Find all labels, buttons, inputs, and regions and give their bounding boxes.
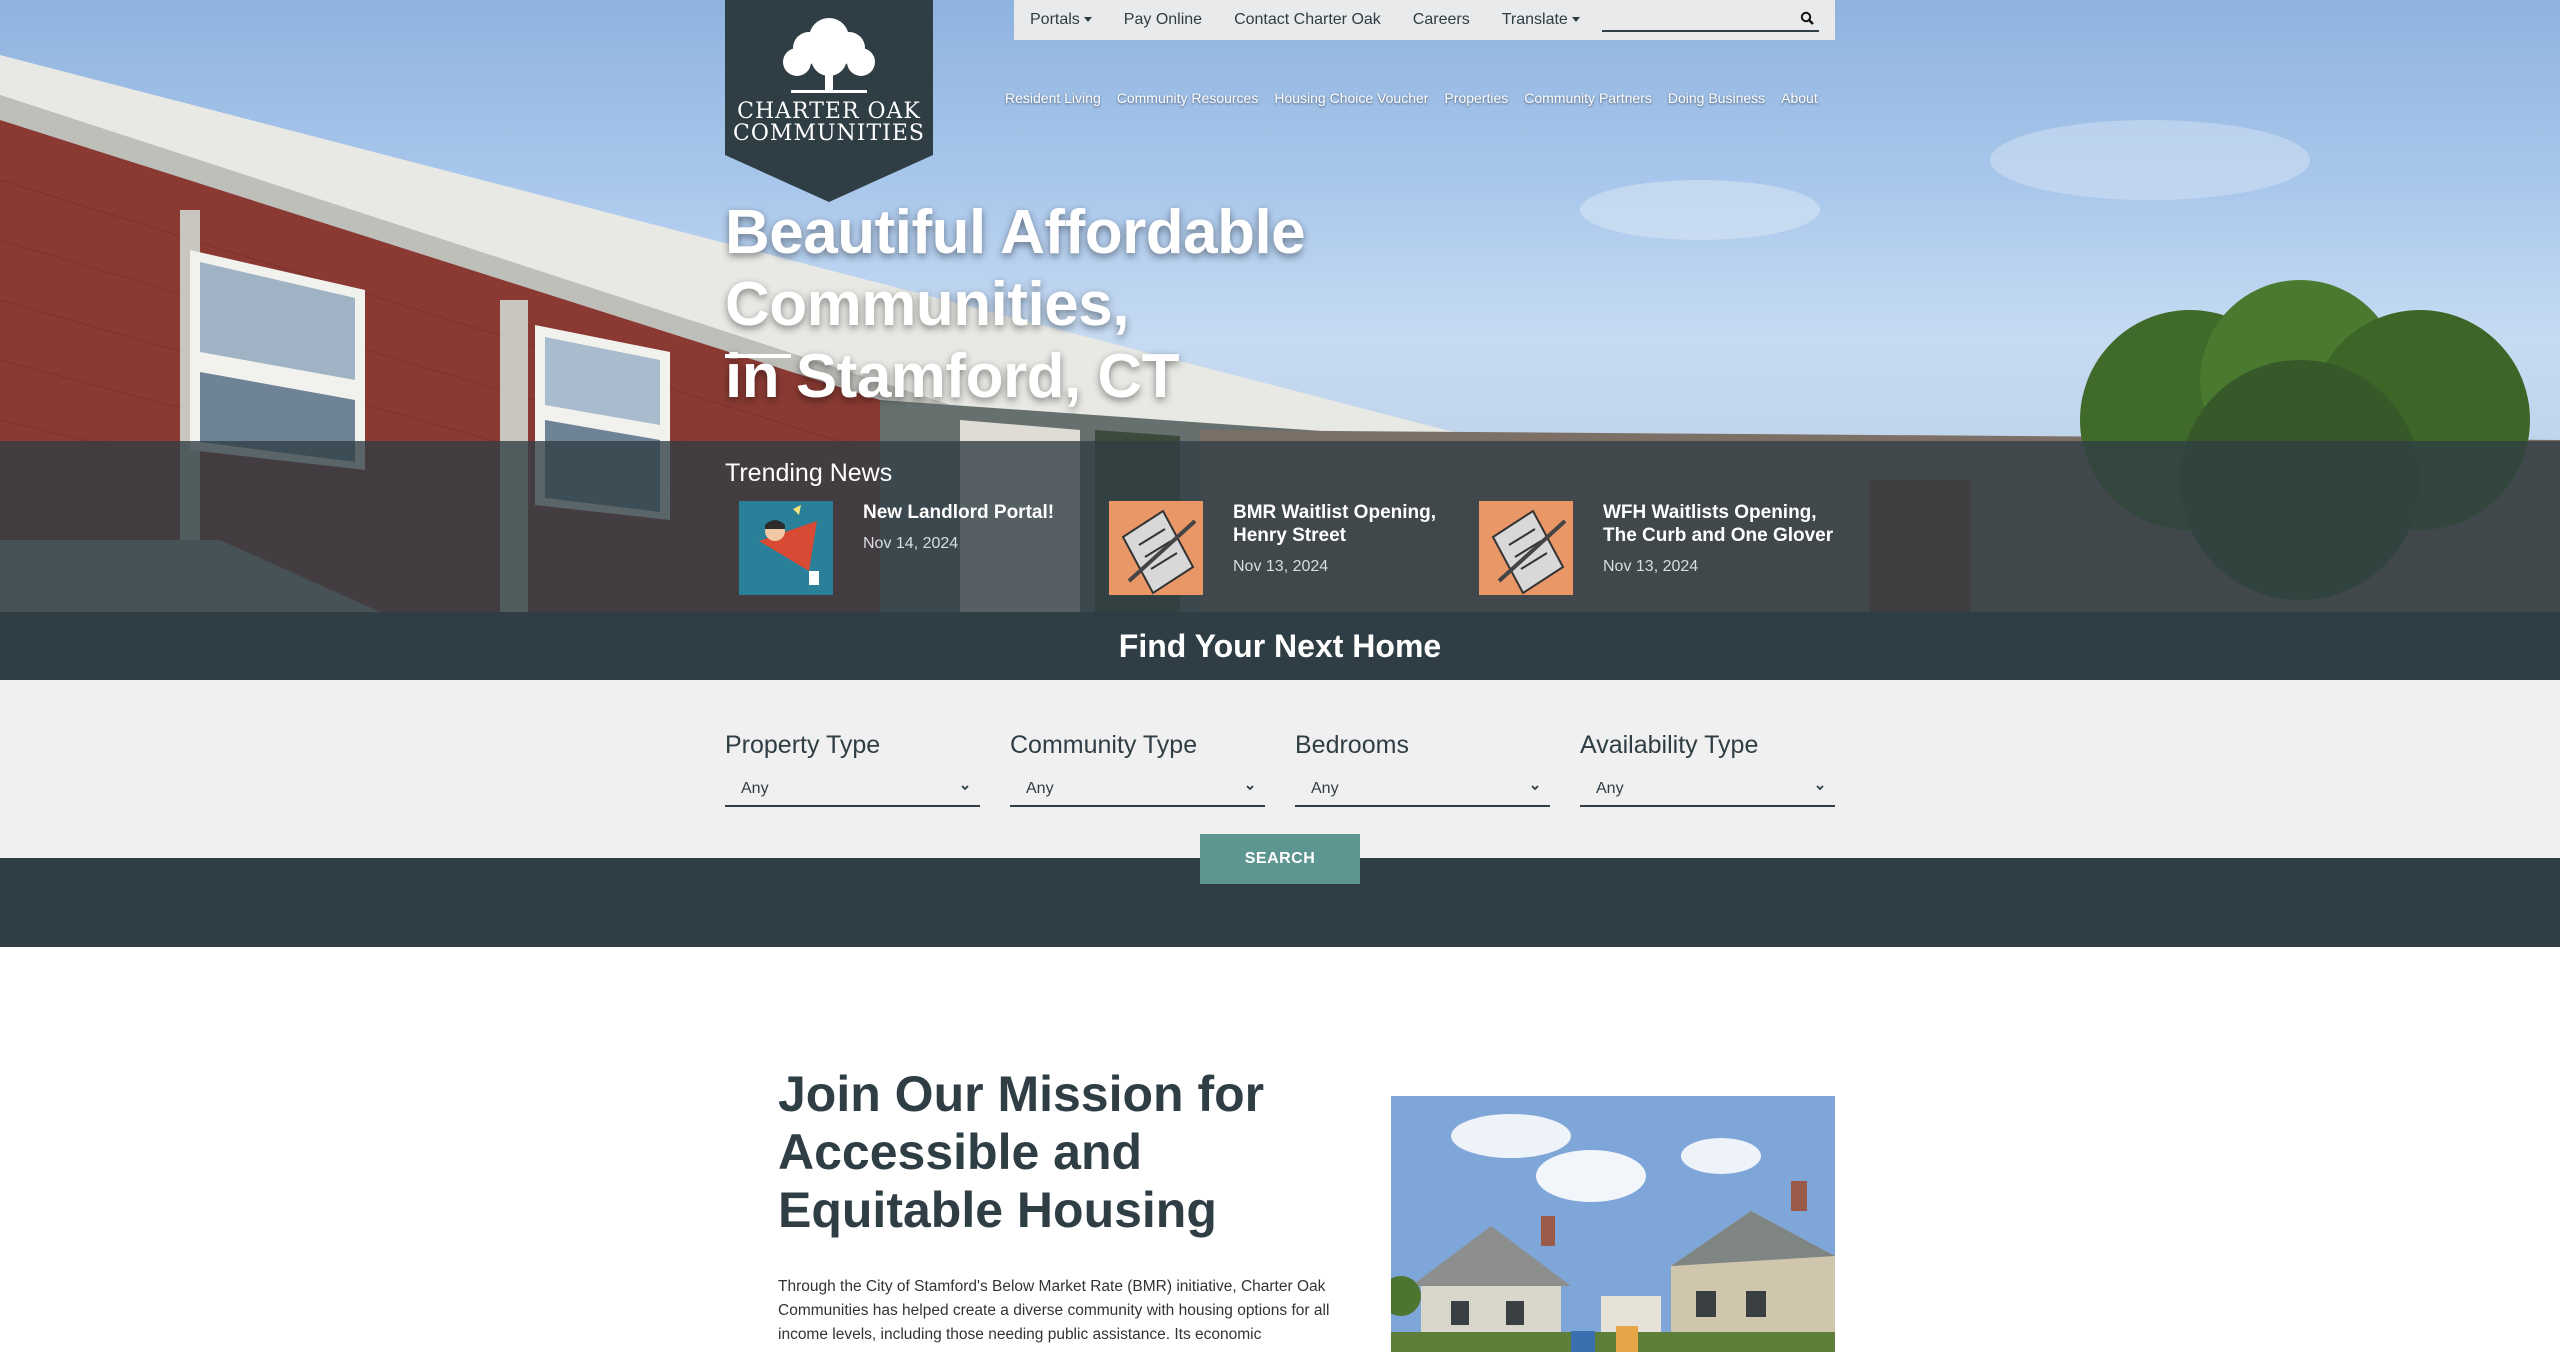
portals-menu[interactable]: Portals xyxy=(1030,11,1092,29)
filter-label: Availability Type xyxy=(1580,731,1759,759)
search-button[interactable]: SEARCH xyxy=(1200,834,1360,884)
news-item[interactable]: New Landlord Portal! Nov 14, 2024 xyxy=(739,501,1099,595)
logo-line-2: COMMUNITIES xyxy=(733,121,925,146)
select-value: Any xyxy=(1026,780,1054,797)
main-nav: Resident Living Community Resources Hous… xyxy=(1005,90,1834,106)
news-date: Nov 13, 2024 xyxy=(1603,558,1699,575)
filter-label: Community Type xyxy=(1010,731,1198,759)
community-houses-photo xyxy=(1391,1096,1835,1352)
news-title[interactable]: WFH Waitlists Opening, The Curb and One … xyxy=(1603,501,1839,547)
chevron-down-icon xyxy=(1816,785,1824,791)
site-search-input[interactable] xyxy=(1602,8,1819,32)
chevron-down-icon xyxy=(1246,785,1254,791)
community-type-select[interactable]: Any xyxy=(1010,771,1265,807)
nav-housing-choice-voucher[interactable]: Housing Choice Voucher xyxy=(1274,90,1428,106)
translate-menu[interactable]: Translate xyxy=(1502,11,1580,29)
nav-about[interactable]: About xyxy=(1781,90,1818,106)
news-item[interactable]: WFH Waitlists Opening, The Curb and One … xyxy=(1479,501,1839,595)
contact-link[interactable]: Contact Charter Oak xyxy=(1234,11,1381,29)
filter-availability-type: Availability Type Any xyxy=(1580,731,1835,807)
news-title[interactable]: New Landlord Portal! xyxy=(863,501,1099,524)
filter-property-type: Property Type Any xyxy=(725,731,980,807)
filter-community-type: Community Type Any xyxy=(1010,731,1265,807)
filter-bedrooms: Bedrooms Any xyxy=(1295,731,1550,807)
search-icon[interactable] xyxy=(1799,10,1815,26)
megaphone-person-icon[interactable] xyxy=(739,501,833,595)
chevron-down-icon xyxy=(1531,785,1539,791)
find-home-header: Find Your Next Home xyxy=(0,612,2560,680)
nav-community-partners[interactable]: Community Partners xyxy=(1524,90,1652,106)
chevron-down-icon xyxy=(961,785,969,791)
mission-heading: Join Our Mission for Accessible and Equi… xyxy=(778,1066,1265,1238)
property-type-select[interactable]: Any xyxy=(725,771,980,807)
availability-type-select[interactable]: Any xyxy=(1580,771,1835,807)
mission-paragraph: Through the City of Stamford's Below Mar… xyxy=(778,1278,1330,1343)
logo-line-1: CHARTER OAK xyxy=(737,99,921,124)
hero-headline-line-2: in Stamford, CT xyxy=(725,342,1180,411)
pay-online-link[interactable]: Pay Online xyxy=(1124,11,1202,29)
filter-label: Property Type xyxy=(725,731,881,759)
careers-link[interactable]: Careers xyxy=(1413,11,1470,29)
clipboard-checklist-icon[interactable] xyxy=(1479,501,1573,595)
chevron-down-icon xyxy=(1571,17,1580,23)
hero-headline: Beautiful Affordable Communities, in Sta… xyxy=(725,197,1725,413)
hero-headline-line-1: Beautiful Affordable Communities, xyxy=(725,198,1306,339)
select-value: Any xyxy=(1311,780,1339,797)
filter-label: Bedrooms xyxy=(1295,731,1409,759)
property-search-panel xyxy=(0,680,2560,858)
nav-community-resources[interactable]: Community Resources xyxy=(1117,90,1259,106)
clipboard-checklist-icon[interactable] xyxy=(1109,501,1203,595)
select-value: Any xyxy=(741,780,769,797)
news-date: Nov 14, 2024 xyxy=(863,535,959,552)
find-home-title: Find Your Next Home xyxy=(1118,627,1442,664)
nav-resident-living[interactable]: Resident Living xyxy=(1005,90,1101,106)
logo-wordmark[interactable]: CHARTER OAK COMMUNITIES xyxy=(725,101,933,145)
bedrooms-select[interactable]: Any xyxy=(1295,771,1550,807)
news-item[interactable]: BMR Waitlist Opening, Henry Street Nov 1… xyxy=(1109,501,1469,595)
select-value: Any xyxy=(1596,780,1624,797)
chevron-down-icon xyxy=(1083,17,1092,23)
nav-doing-business[interactable]: Doing Business xyxy=(1668,90,1765,106)
news-title[interactable]: BMR Waitlist Opening, Henry Street xyxy=(1233,501,1469,547)
news-date: Nov 13, 2024 xyxy=(1233,558,1329,575)
trending-news-title: Trending News xyxy=(725,459,893,487)
headline-underline xyxy=(725,354,791,358)
nav-properties[interactable]: Properties xyxy=(1444,90,1508,106)
